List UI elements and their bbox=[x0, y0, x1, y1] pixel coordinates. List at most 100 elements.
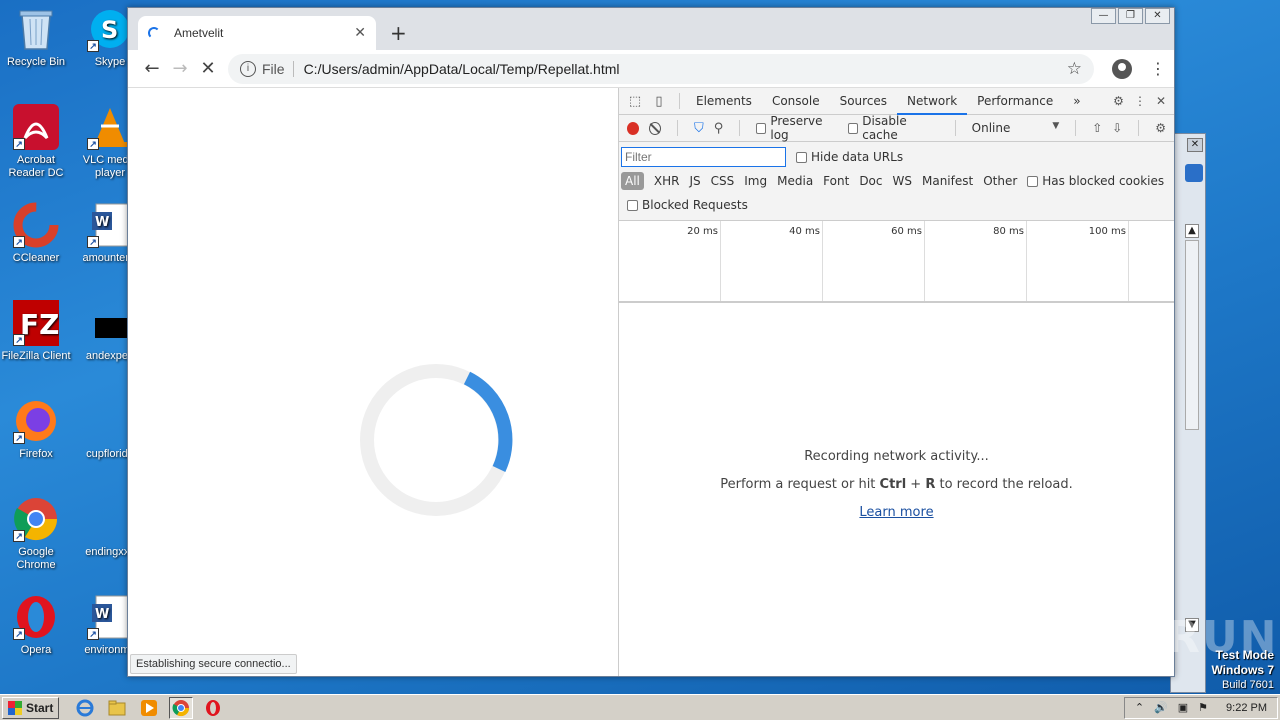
ccleaner-shortcut[interactable]: ↗ CCleaner bbox=[0, 202, 72, 265]
type-filter-doc[interactable]: Doc bbox=[859, 174, 882, 188]
firefox-icon: ↗ bbox=[13, 398, 59, 444]
profile-avatar-icon[interactable] bbox=[1112, 58, 1132, 79]
chrome-window[interactable]: Ametvelit ✕ + — ❐ ✕ ← → ✕ i File C:/User… bbox=[127, 7, 1175, 677]
checkbox-box[interactable] bbox=[796, 151, 807, 163]
timeline-tick: 60 ms bbox=[823, 221, 925, 301]
tab-console[interactable]: Console bbox=[762, 88, 830, 115]
url-text[interactable]: C:/Users/admin/AppData/Local/Temp/Repell… bbox=[304, 61, 1067, 77]
title-bar[interactable]: Ametvelit ✕ + — ❐ ✕ bbox=[128, 8, 1174, 50]
tab-elements[interactable]: Elements bbox=[686, 88, 762, 115]
search-icon[interactable] bbox=[1185, 164, 1203, 182]
type-filter-media[interactable]: Media bbox=[777, 174, 813, 188]
search-icon[interactable]: ⚲ bbox=[714, 121, 724, 136]
scrollbar-thumb[interactable] bbox=[1185, 240, 1199, 430]
chrome-taskbar-icon[interactable] bbox=[169, 696, 194, 719]
checkbox-box[interactable] bbox=[1027, 175, 1039, 187]
media-player-icon[interactable] bbox=[137, 697, 161, 719]
disable-cache-checkbox[interactable]: Disable cache bbox=[848, 114, 939, 142]
type-filter-other[interactable]: Other bbox=[983, 174, 1017, 188]
blocked-requests-row: Blocked Requests bbox=[621, 193, 1172, 217]
opera-taskbar-icon[interactable] bbox=[201, 697, 225, 719]
type-filter-font[interactable]: Font bbox=[823, 174, 849, 188]
filezilla-shortcut[interactable]: FZ ↗ FileZilla Client bbox=[0, 300, 72, 363]
type-filter-js[interactable]: JS bbox=[689, 174, 700, 188]
checkbox-box[interactable] bbox=[627, 199, 638, 211]
reload-hint-post: to record the reload. bbox=[935, 477, 1073, 492]
opera-shortcut[interactable]: ↗ Opera bbox=[0, 594, 72, 657]
address-bar[interactable]: i File C:/Users/admin/AppData/Local/Temp… bbox=[228, 53, 1094, 84]
separator bbox=[677, 120, 678, 136]
type-filter-xhr[interactable]: XHR bbox=[654, 174, 680, 188]
browser-menu-icon[interactable]: ⋮ bbox=[1150, 59, 1166, 78]
restore-button[interactable]: ❐ bbox=[1118, 8, 1143, 24]
clock[interactable]: 9:22 PM bbox=[1226, 702, 1267, 714]
opera-label: Opera bbox=[20, 644, 52, 656]
forward-button[interactable]: → bbox=[166, 58, 194, 79]
preserve-log-checkbox[interactable]: Preserve log bbox=[756, 114, 838, 142]
page-loading-spinner-icon bbox=[360, 364, 513, 516]
reload-hint: Perform a request or hit Ctrl + R to rec… bbox=[619, 471, 1174, 499]
start-button[interactable]: Start bbox=[2, 696, 60, 719]
minimize-button[interactable]: — bbox=[1091, 8, 1116, 24]
checkbox-box[interactable] bbox=[848, 122, 859, 134]
filter-input[interactable] bbox=[621, 147, 786, 167]
tab-sources[interactable]: Sources bbox=[830, 88, 897, 115]
browser-tab[interactable]: Ametvelit ✕ bbox=[138, 16, 376, 50]
bookmark-star-icon[interactable]: ☆ bbox=[1067, 59, 1082, 79]
chrome-shortcut[interactable]: ↗ Google Chrome bbox=[0, 496, 72, 572]
network-timeline-overview[interactable]: 20 ms 40 ms 60 ms 80 ms 100 ms bbox=[619, 221, 1174, 303]
recycle-bin-icon[interactable]: Recycle Bin bbox=[0, 6, 72, 69]
trash-icon bbox=[13, 6, 59, 52]
key-ctrl: Ctrl bbox=[879, 477, 907, 492]
settings-gear-icon[interactable]: ⚙ bbox=[1113, 94, 1124, 108]
export-har-icon[interactable]: ⇩ bbox=[1112, 121, 1122, 135]
scheme-label: File bbox=[262, 60, 294, 77]
more-tabs-button[interactable]: » bbox=[1063, 88, 1090, 115]
blocked-requests-checkbox[interactable]: Blocked Requests bbox=[627, 198, 748, 212]
action-center-flag-icon[interactable]: ⚑ bbox=[1198, 701, 1208, 714]
record-icon[interactable] bbox=[627, 121, 639, 135]
type-filter-manifest[interactable]: Manifest bbox=[922, 174, 973, 188]
hide-data-urls-checkbox[interactable]: Hide data URLs bbox=[796, 150, 903, 164]
acrobat-reader-shortcut[interactable]: ↗ Acrobat Reader DC bbox=[0, 104, 72, 180]
has-blocked-cookies-checkbox[interactable]: Has blocked cookies bbox=[1027, 174, 1164, 188]
type-filter-css[interactable]: CSS bbox=[711, 174, 735, 188]
tab-network[interactable]: Network bbox=[897, 88, 968, 115]
tab-performance[interactable]: Performance bbox=[967, 88, 1063, 115]
import-har-icon[interactable]: ⇧ bbox=[1092, 121, 1102, 135]
checkbox-box[interactable] bbox=[756, 122, 767, 134]
network-settings-icon[interactable]: ⚙ bbox=[1155, 121, 1174, 135]
type-filter-ws[interactable]: WS bbox=[893, 174, 912, 188]
network-empty-state: Recording network activity... Perform a … bbox=[619, 443, 1174, 527]
devtools-menu-icon[interactable]: ⋮ bbox=[1134, 94, 1146, 108]
back-button[interactable]: ← bbox=[138, 58, 166, 79]
learn-more-link[interactable]: Learn more bbox=[859, 505, 933, 520]
type-filter-img[interactable]: Img bbox=[744, 174, 767, 188]
explorer-folder-icon[interactable] bbox=[105, 697, 129, 719]
tray-expand-icon[interactable]: ⌃ bbox=[1135, 701, 1144, 714]
close-icon[interactable]: ✕ bbox=[1187, 138, 1203, 152]
stop-button[interactable]: ✕ bbox=[194, 58, 222, 79]
separator bbox=[1138, 120, 1140, 136]
scroll-up-icon[interactable]: ▲ bbox=[1185, 224, 1199, 238]
firefox-shortcut[interactable]: ↗ Firefox bbox=[0, 398, 72, 461]
tab-close-icon[interactable]: ✕ bbox=[354, 25, 366, 41]
filter-funnel-icon[interactable]: ⛉ bbox=[694, 121, 704, 136]
type-filter-row: All XHR JS CSS Img Media Font Doc WS Man… bbox=[621, 169, 1172, 193]
network-icon[interactable]: ▣ bbox=[1178, 701, 1188, 714]
device-toolbar-icon[interactable]: ▯ bbox=[649, 94, 669, 109]
devtools-close-icon[interactable]: ✕ bbox=[1156, 94, 1166, 108]
throttle-select[interactable]: Online ▼ bbox=[972, 121, 1060, 135]
svg-text:W: W bbox=[95, 215, 109, 230]
background-window[interactable]: ✕ ▲ ▼ bbox=[1170, 133, 1206, 693]
info-icon[interactable]: i bbox=[240, 60, 256, 77]
new-tab-button[interactable]: + bbox=[390, 21, 407, 45]
windows-flag-icon bbox=[8, 700, 22, 715]
svg-text:W: W bbox=[95, 607, 109, 622]
clear-icon[interactable] bbox=[648, 121, 662, 135]
close-window-button[interactable]: ✕ bbox=[1145, 8, 1170, 24]
inspect-element-icon[interactable]: ⬚ bbox=[625, 94, 645, 109]
type-filter-all[interactable]: All bbox=[621, 172, 644, 190]
ie-icon[interactable] bbox=[73, 697, 97, 719]
volume-icon[interactable]: 🔊 bbox=[1154, 701, 1168, 714]
